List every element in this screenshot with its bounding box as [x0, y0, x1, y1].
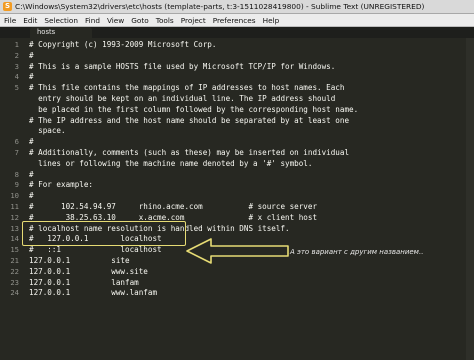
code-line[interactable]: # Additionally, comments (such as these)…	[29, 148, 349, 157]
line-number: 14	[10, 234, 19, 244]
line-number: 11	[10, 202, 19, 211]
code-line[interactable]: #	[29, 72, 34, 81]
line-number: 9	[14, 180, 19, 190]
code-line[interactable]: # This is a sample HOSTS file used by Mi…	[29, 62, 335, 71]
highlight-box	[22, 221, 186, 246]
line-number: 24	[10, 288, 19, 298]
line-number: 15	[10, 245, 19, 255]
line-number: 5	[14, 83, 19, 93]
line-number: 2	[14, 50, 19, 60]
code-line[interactable]: # For example:	[29, 180, 93, 189]
code-line[interactable]: # Copyright (c) 1993-2009 Microsoft Corp…	[29, 40, 216, 49]
line-number: 4	[14, 72, 19, 82]
menu-project[interactable]: Project	[181, 16, 206, 25]
tab-hosts[interactable]: hosts	[30, 27, 92, 38]
menu-view[interactable]: View	[107, 16, 124, 25]
code-line[interactable]: #	[29, 137, 34, 146]
menu-preferences[interactable]: Preferences	[213, 16, 256, 25]
line-number: 21	[10, 256, 19, 265]
menu-file[interactable]: File	[4, 16, 16, 25]
tab-bar: hosts	[0, 27, 474, 38]
sublime-text-icon: S	[3, 2, 12, 11]
code-line[interactable]: # This file contains the mappings of IP …	[29, 83, 344, 92]
line-number: 8	[14, 169, 19, 179]
line-number: 13	[10, 223, 19, 233]
menu-find[interactable]: Find	[85, 16, 100, 25]
code-line[interactable]: 127.0.0.1 www.lanfam	[29, 288, 157, 297]
line-number: 6	[14, 137, 19, 147]
code-line[interactable]: 127.0.0.1 lanfam	[29, 278, 139, 287]
code-line[interactable]: # ::1 localhost	[29, 245, 162, 254]
window-title: C:\Windows\System32\drivers\etc\hosts (t…	[15, 2, 425, 11]
line-number: 1	[14, 40, 19, 49]
code-line[interactable]: # The IP address and the host name shoul…	[29, 116, 349, 125]
code-line[interactable]: # 102.54.94.97 rhino.acme.com # source s…	[29, 202, 317, 211]
line-number: 12	[10, 212, 19, 222]
left-arrow-icon	[186, 238, 289, 264]
code-line[interactable]: entry should be kept on an individual li…	[29, 94, 335, 103]
menu-tools[interactable]: Tools	[156, 16, 174, 25]
line-number: 3	[14, 61, 19, 71]
code-line[interactable]: 127.0.0.1 www.site	[29, 267, 148, 276]
menu-bar: File Edit Selection Find View Goto Tools…	[0, 14, 474, 27]
minimap[interactable]	[466, 38, 474, 360]
code-line[interactable]: space.	[29, 126, 65, 135]
menu-help[interactable]: Help	[263, 16, 280, 25]
code-line[interactable]: #	[29, 191, 34, 200]
line-number: 22	[10, 266, 19, 276]
code-line[interactable]: lines or following the machine name deno…	[29, 159, 312, 168]
code-line[interactable]: be placed in the first column followed b…	[29, 105, 358, 114]
code-line[interactable]: #	[29, 170, 34, 179]
annotation-text: А это вариант с другим названием..	[290, 248, 424, 256]
menu-goto[interactable]: Goto	[131, 16, 148, 25]
title-bar: S C:\Windows\System32\drivers\etc\hosts …	[0, 0, 474, 14]
code-line[interactable]: #	[29, 51, 34, 60]
menu-selection[interactable]: Selection	[44, 16, 78, 25]
line-number: 7	[14, 148, 19, 157]
line-number: 10	[10, 191, 19, 201]
code-line[interactable]: 127.0.0.1 site	[29, 256, 130, 265]
line-number: 23	[10, 277, 19, 287]
menu-edit[interactable]: Edit	[23, 16, 37, 25]
